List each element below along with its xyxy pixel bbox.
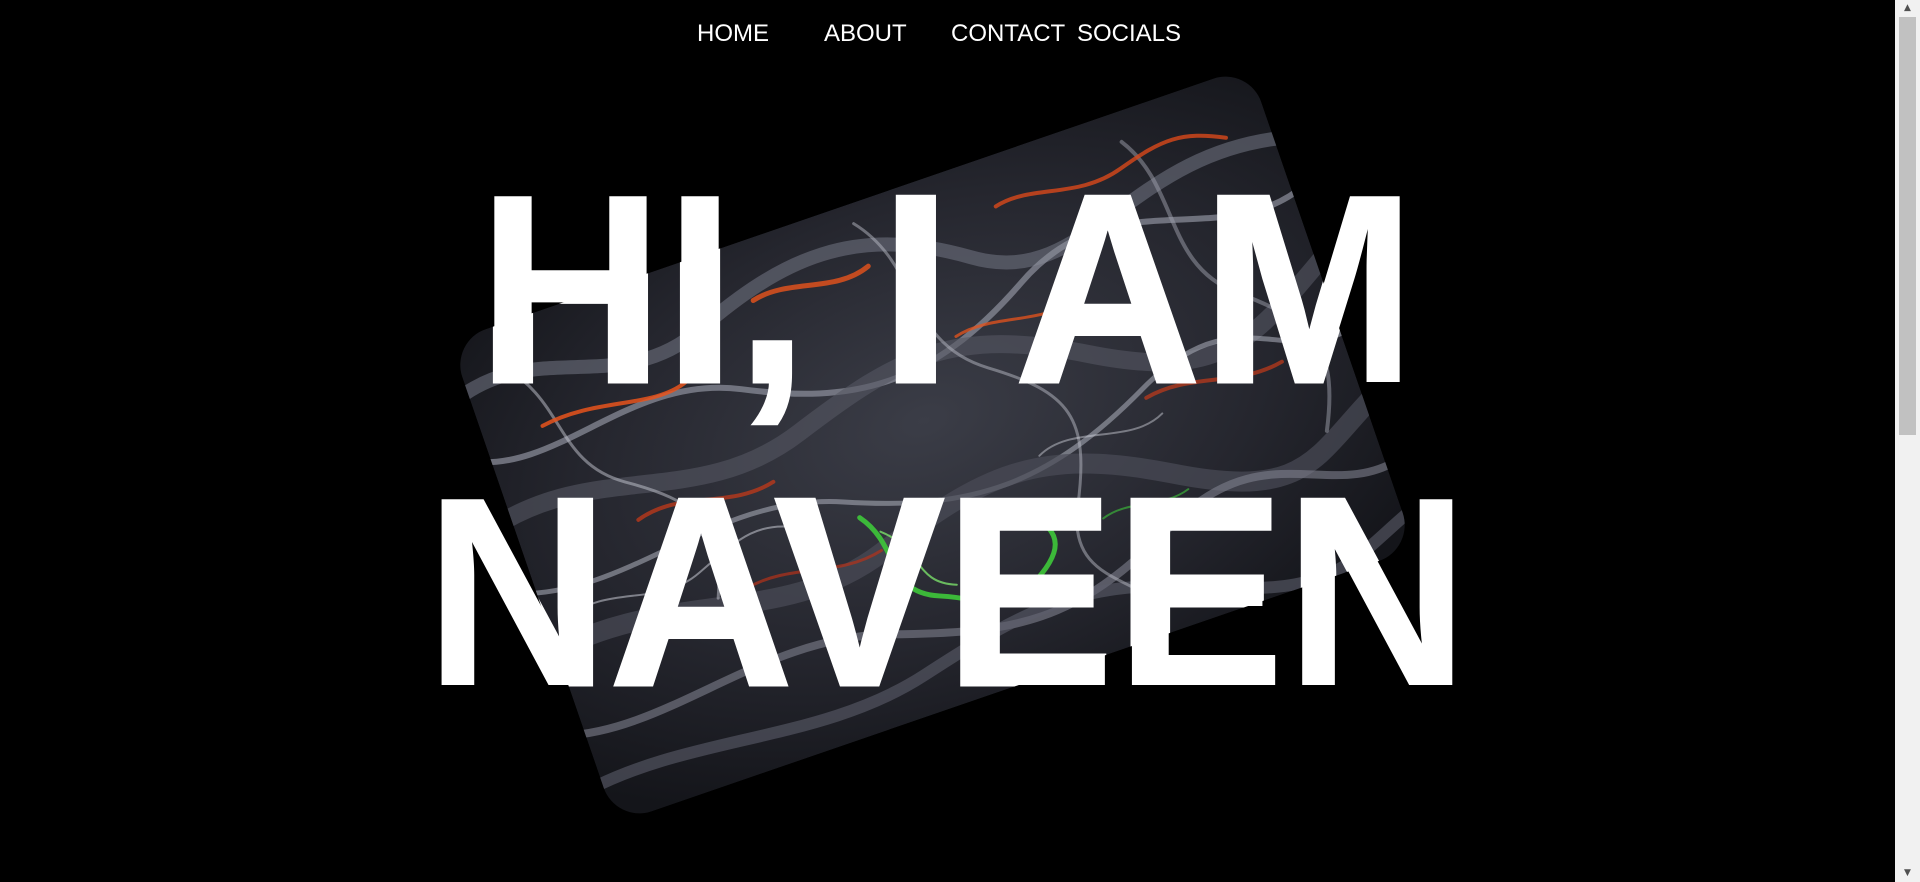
scrollbar-thumb[interactable] xyxy=(1899,17,1916,435)
marble-card-image xyxy=(449,66,1416,824)
top-nav: HOME ABOUT CONTACT SOCIALS xyxy=(0,18,1895,50)
nav-link-socials[interactable]: SOCIALS xyxy=(1077,18,1181,50)
triangle-up-icon[interactable]: ▲ xyxy=(1895,0,1920,17)
marble-texture xyxy=(449,66,1416,824)
nav-link-contact[interactable]: CONTACT xyxy=(951,18,1065,50)
triangle-down-icon[interactable]: ▼ xyxy=(1895,865,1920,882)
nav-link-home[interactable]: HOME xyxy=(697,18,769,50)
nav-link-about[interactable]: ABOUT xyxy=(824,18,907,50)
vertical-scrollbar[interactable]: ▲ ▼ xyxy=(1895,0,1920,882)
page: HI, I AM NAVEEN HI, I AM NAVEEN HOME ABO… xyxy=(0,0,1895,882)
